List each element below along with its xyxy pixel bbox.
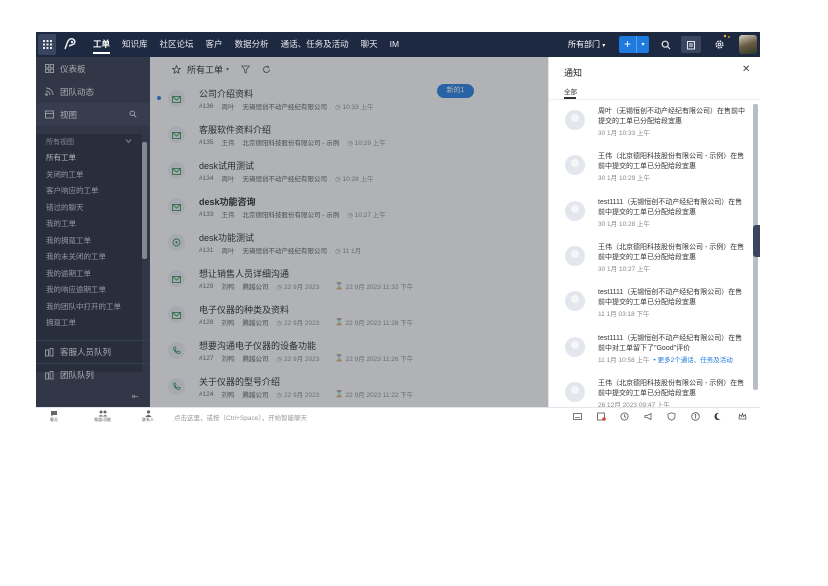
user-avatar[interactable] [739,35,757,54]
shield-icon[interactable] [660,412,684,421]
crown-icon[interactable] [731,412,755,421]
notification-time: 11 1月 10:58 上午 • 更多2个通话、任务及活动 [598,354,733,364]
nav-knowledge-base[interactable]: 知识库 [122,32,148,57]
notification-time: 30 1月 10:33 上午 [598,127,650,137]
channels-tool-button[interactable]: 频道/功能 [94,410,111,423]
divider [549,99,760,100]
notification-time: 30 1月 10:29 上午 [598,172,650,182]
plus-icon: + [619,36,637,53]
tool-label: 聊天 [50,417,58,422]
tool-label: 频道/功能 [94,417,112,422]
nav-tickets[interactable]: 工单 [93,32,111,57]
notification-time-value: 30 1月 10:29 上午 [598,175,651,182]
modal-overlay[interactable] [36,57,548,407]
tab-all[interactable]: 全部 [564,86,577,96]
notification-text: 王伟（北京德阳科技股份有限公司 - 示例）在售前中提交的工单已分配给段宜惠 [598,153,745,170]
desk-logo-icon[interactable] [63,37,77,51]
notification-item[interactable]: 周叶（无锡恒创不动产经纪有限公司）在售前中提交的工单已分配给段宜惠 30 1月 1… [549,107,753,153]
side-drawer-handle[interactable] [753,225,760,257]
chevron-down-icon[interactable]: ▾ [637,41,649,48]
avatar [565,337,585,357]
notification-time: 30 1月 10:28 上午 [598,218,650,228]
department-selector[interactable]: 所有部门 ▾ [568,32,605,57]
notepad-icon[interactable] [681,36,701,53]
more-activities-link[interactable]: • 更多2个通话、任务及活动 [654,357,733,364]
notifications-panel: 通知 ✕ 全部 周叶（无锡恒创不动产经纪有限公司）在售前中提交的工单已分配给段宜… [548,57,760,407]
notification-text: test1111（无锡恒创不动产经纪有限公司）在售前中对工单留下了"Good"评… [598,335,743,352]
smart-chat-input[interactable]: 点击这里，或按（Ctrl+Space），开始智能聊天 [174,412,307,422]
contacts-tool-button[interactable]: 联系人 [142,410,154,423]
gear-icon[interactable] [709,34,730,53]
dark-mode-icon[interactable] [707,412,731,421]
notification-time-value: 11 1月 10:58 上午 [598,357,650,364]
search-icon[interactable] [656,36,676,53]
notification-text: 王伟（北京德阳科技股份有限公司 - 示例）在售前中提交的工单已分配给段宜惠 [598,244,745,261]
notification-item[interactable]: test1111（无锡恒创不动产经纪有限公司）在售前中提交的工单已分配给段宜惠 1… [549,288,753,334]
notification-time-value: 11 1月 03:18 下午 [598,311,650,318]
calendar-alert-icon[interactable] [590,412,614,421]
status-icons [566,410,760,423]
main-nav: 工单 知识库 社区论坛 客户 数据分析 通话、任务及活动 聊天 IM [93,32,411,57]
avatar [565,110,585,130]
chat-tool-button[interactable]: 聊天 [50,410,58,423]
avatar [565,246,585,266]
avatar [565,155,585,175]
notification-text: test1111（无锡恒创不动产经纪有限公司）在售前中提交的工单已分配给段宜惠 [598,199,743,216]
department-label: 所有部门 [568,40,600,49]
megaphone-icon[interactable] [637,412,661,421]
notification-item[interactable]: test1111（无锡恒创不动产经纪有限公司）在售前中对工单留下了"Good"评… [549,334,753,380]
notification-item[interactable]: 王伟（北京德阳科技股份有限公司 - 示例）在售前中提交的工单已分配给段宜惠 30 … [549,152,753,198]
group-icon [98,410,108,417]
notification-text: test1111（无锡恒创不动产经纪有限公司）在售前中提交的工单已分配给段宜惠 [598,289,743,306]
accessibility-icon[interactable] [684,412,708,421]
keyboard-icon[interactable] [566,413,590,420]
nav-activities[interactable]: 通话、任务及活动 [281,32,349,57]
notification-item[interactable]: 王伟（北京德阳科技股份有限公司 - 示例）在售前中提交的工单已分配给段宜惠 30 … [549,243,753,289]
notification-time: 30 1月 10:27 上午 [598,263,650,273]
notification-text: 王伟（北京德阳科技股份有限公司 - 示例）在售前中提交的工单已分配给段宜惠 [598,380,745,397]
avatar [565,291,585,311]
chevron-down-icon: ▾ [602,43,606,49]
tool-label: 联系人 [142,417,154,422]
chat-icon [51,411,57,417]
notification-time-value: 30 1月 10:28 上午 [598,221,651,228]
notification-item[interactable]: 王伟（北京德阳科技股份有限公司 - 示例）在售前中提交的工单已分配给段宜惠 26 … [549,379,753,407]
close-icon[interactable]: ✕ [742,64,750,75]
nav-chat[interactable]: 聊天 [361,32,378,57]
search-icon[interactable] [754,412,760,421]
notification-time-value: 30 1月 10:27 上午 [598,266,651,273]
add-new-button[interactable]: + ▾ [619,36,649,53]
app-window: 工单 知识库 社区论坛 客户 数据分析 通话、任务及活动 聊天 IM 所有部门 … [36,32,760,424]
avatar [565,201,585,221]
notification-time-value: 30 1月 10:33 上午 [598,130,651,137]
bottom-status-bar: 聊天 频道/功能 联系人 点击这里，或按（Ctrl+Space），开始智能聊天 [36,407,760,424]
nav-community[interactable]: 社区论坛 [160,32,194,57]
top-navigation-bar: 工单 知识库 社区论坛 客户 数据分析 通话、任务及活动 聊天 IM 所有部门 … [36,32,760,57]
contact-icon [145,410,151,417]
notification-time: 11 1月 03:18 下午 [598,308,650,318]
panel-title: 通知 [564,68,583,78]
notification-time: 26 12月 2023 09:47 上午 [598,399,670,407]
nav-customers[interactable]: 客户 [206,32,223,57]
clock-icon[interactable] [613,412,637,421]
avatar [565,382,585,402]
app-grid-icon[interactable] [38,34,56,55]
nav-im[interactable]: IM [390,32,399,57]
notification-item[interactable]: test1111（无锡恒创不动产经纪有限公司）在售前中提交的工单已分配给段宜惠 3… [549,198,753,244]
sparkle-icon [723,34,730,38]
nav-analytics[interactable]: 数据分析 [235,32,269,57]
notification-text: 周叶（无锡恒创不动产经纪有限公司）在售前中提交的工单已分配给段宜惠 [598,108,745,125]
